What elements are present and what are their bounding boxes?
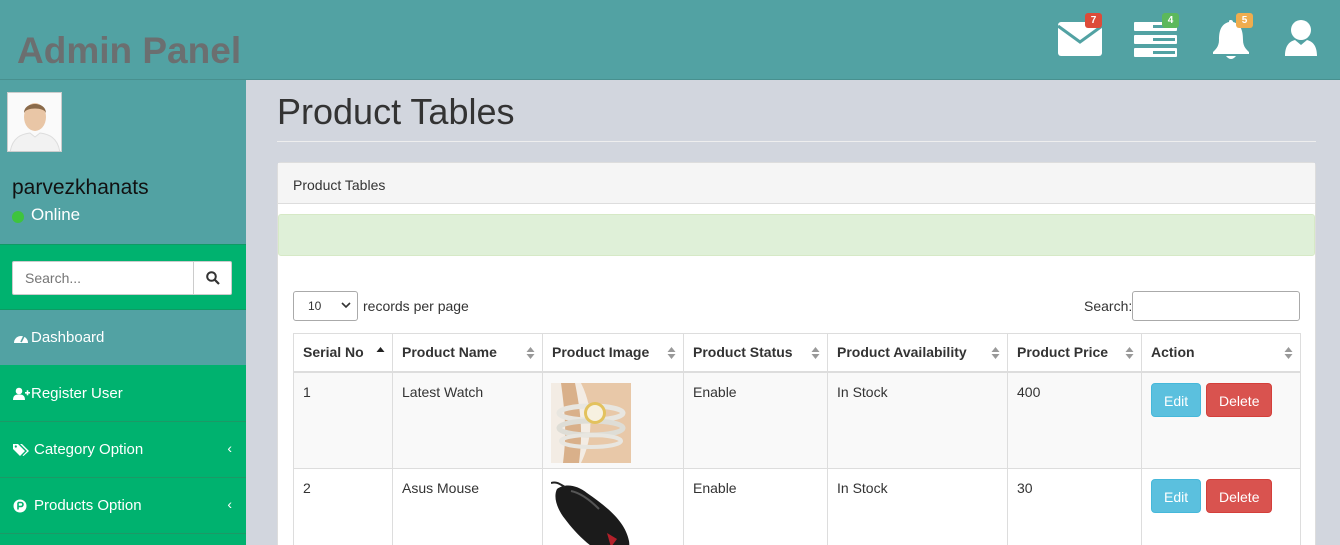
sidebar-item-category-option[interactable]: Category Option ‹ [0,422,246,478]
sort-icon [1284,347,1293,359]
sidebar-username: parvezkhanats [12,176,149,199]
cell-name: Latest Watch [392,371,543,469]
user-icon [1285,20,1317,56]
column-label: Product Image [552,344,650,361]
tasks-badge: 4 [1162,13,1179,28]
status-label: Online [31,205,81,224]
sort-icon [991,347,1000,359]
sort-icon [526,347,535,359]
tachometer-icon [13,331,30,345]
table-search-input[interactable] [1132,291,1300,321]
sort-icon [811,347,820,359]
table-row: 1 Latest Watch Enable In Stock 400 Edit … [293,371,1301,469]
sidebar-item-label: Products Option [34,497,142,514]
column-label: Product Availability [837,344,967,361]
column-label: Product Status [693,344,793,361]
cell-availability: In Stock [827,468,1008,545]
column-header-availability[interactable]: Product Availability [827,333,1008,373]
sidebar-search-button[interactable] [193,261,232,295]
sort-icon [1125,347,1134,359]
top-navbar: Admin Panel 7 4 5 [0,0,1340,80]
tasks-menu[interactable]: 4 [1133,13,1179,60]
cell-price: 400 [1007,371,1142,469]
chevron-down-icon [341,302,351,309]
table-row: 2 Asus Mouse Enable In Stock 30 Edit Del… [293,468,1301,545]
column-label: Serial No [303,344,364,361]
sidebar-search-form [0,244,246,310]
online-dot-icon [12,210,24,223]
table-search-label: Search: [1084,298,1133,314]
cell-serial: 2 [293,468,393,545]
table-header-row: Serial No Product Name Product Image Pro… [293,333,1301,373]
sidebar-item-label: Register User [31,385,123,402]
records-per-page-select[interactable]: 10 [293,291,358,321]
sidebar-item-next[interactable] [0,534,246,545]
product-hunt-icon [13,499,30,513]
user-menu[interactable] [1283,18,1329,60]
cell-price: 30 [1007,468,1142,545]
search-icon [205,271,220,285]
sidebar-item-register-user[interactable]: Register User [0,366,246,422]
column-header-image[interactable]: Product Image [542,333,684,373]
column-label: Product Name [402,344,497,361]
chevron-left-icon: ‹ [227,496,232,512]
delete-button[interactable]: Delete [1206,479,1273,513]
panel-heading: Product Tables [278,163,1315,204]
product-panel: Product Tables 10 records per page Searc… [277,162,1316,545]
column-header-name[interactable]: Product Name [392,333,543,373]
records-per-page-value: 10 [308,299,322,313]
edit-button[interactable]: Edit [1151,479,1202,513]
column-header-serial[interactable]: Serial No [293,333,393,373]
messages-badge: 7 [1085,13,1102,28]
title-divider [277,141,1316,142]
records-per-page-label: records per page [363,298,469,314]
cell-image [542,468,684,545]
cell-status: Enable [683,468,828,545]
watch-image [551,382,631,463]
mouse-image [550,479,631,545]
column-label: Product Price [1017,344,1109,361]
sidebar-search-input[interactable] [12,261,194,295]
sidebar-item-products-option[interactable]: Products Option ‹ [0,478,246,534]
success-alert [278,214,1315,256]
online-status: Online [12,205,80,225]
cell-action: Edit Delete [1141,371,1301,469]
notifications-badge: 5 [1236,13,1253,28]
user-plus-icon [13,387,30,401]
page-title: Product Tables [277,91,515,132]
brand-logo[interactable]: Admin Panel [17,30,241,72]
cell-availability: In Stock [827,371,1008,469]
delete-button[interactable]: Delete [1206,382,1273,417]
sidebar-item-dashboard[interactable]: Dashboard [0,310,246,366]
chevron-left-icon: ‹ [227,440,232,456]
sort-asc-icon [376,347,385,352]
sidebar-item-label: Category Option [34,441,144,458]
column-label: Action [1151,344,1195,361]
tags-icon [13,443,30,457]
column-header-price[interactable]: Product Price [1007,333,1142,373]
cell-serial: 1 [293,371,393,469]
cell-action: Edit Delete [1141,468,1301,545]
cell-name: Asus Mouse [392,468,543,545]
cell-image [542,371,684,469]
cell-status: Enable [683,371,828,469]
column-header-status[interactable]: Product Status [683,333,828,373]
column-header-action[interactable]: Action [1141,333,1301,373]
edit-button[interactable]: Edit [1151,382,1202,417]
sidebar: parvezkhanats Online Dashboard Register … [0,80,246,545]
user-avatar [7,92,62,152]
notifications-menu[interactable]: 5 [1210,13,1256,60]
messages-menu[interactable]: 7 [1057,13,1103,60]
sidebar-item-label: Dashboard [31,329,105,346]
product-table: Serial No Product Name Product Image Pro… [293,333,1301,545]
sort-icon [667,347,676,359]
